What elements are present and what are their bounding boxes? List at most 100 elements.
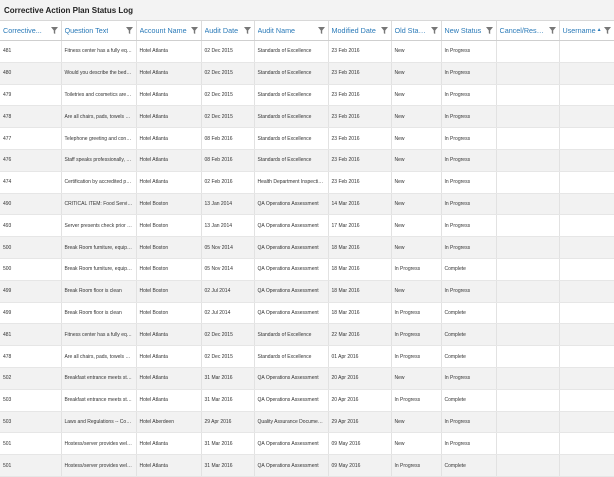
table-row[interactable]: 503 Breakfast entrance meets stan... Hotel… [0,389,614,412]
table-cell: In Progress [441,367,497,390]
table-cell: Standards of Excellence [254,345,329,368]
column-header-label[interactable]: Cancel/Restore [500,26,546,35]
table-cell: New [391,105,442,129]
table-cell: 31 Mar 2016 [201,367,255,390]
table-cell: 23 Feb 2016 [328,149,392,172]
column-header-label[interactable]: Username [563,26,596,35]
column-header[interactable]: Old Status [391,21,442,41]
table-cell: New [391,127,442,150]
column-header[interactable]: Cancel/Restore [496,21,560,41]
column-header[interactable]: Account Name [136,21,202,41]
table-cell: 23 Feb 2016 [328,171,392,194]
table-cell [496,236,560,259]
table-cell: 05 Nov 2014 [201,236,255,259]
filter-icon[interactable] [243,27,251,34]
table-cell: Hotel Atlanta [136,432,202,456]
filter-icon[interactable] [603,27,611,34]
table-cell: 02 Dec 2015 [201,84,255,107]
column-header-label[interactable]: Corrective... [3,26,42,35]
table-cell: In Progress [391,454,442,477]
table-cell: QA Operations Assessment [254,214,329,238]
table-row[interactable]: 481 Fitness center has a fully equipp... H… [0,40,614,63]
column-header-label[interactable]: Audit Date [205,26,239,35]
table-cell [559,84,614,107]
table-row[interactable]: 499 Break Room floor is clean Hotel Boston… [0,302,614,325]
table-cell: 501 [0,454,62,477]
filter-icon[interactable] [125,27,133,34]
table-cell: QA Operations Assessment [254,193,329,216]
table-row[interactable]: 501 Hostess/server provides welco... Hotel… [0,432,614,456]
table-row[interactable]: 493 Server presents check prior to... Hote… [0,214,614,238]
filter-icon[interactable] [50,27,58,34]
column-header[interactable]: New Status [441,21,497,41]
column-header-label[interactable]: Modified Date [332,26,376,35]
table-cell: Standards of Excellence [254,149,329,172]
table-row[interactable]: 503 Laws and Regulations -- Compli... Hote… [0,411,614,434]
table-row[interactable]: 478 Are all chairs, pads, towels and... Ho… [0,105,614,129]
table-cell: Breakfast entrance meets stan... [61,367,137,390]
table-row[interactable]: 481 Fitness center has a fully equipp... H… [0,323,614,347]
table-row[interactable]: 490 CRITICAL ITEM: Food Service P... Hotel… [0,193,614,216]
table-cell: 13 Jan 2014 [201,193,255,216]
table-cell: 503 [0,389,62,412]
table-cell: New [391,84,442,107]
table-row[interactable]: 480 Would you describe the bedroo... Hotel… [0,62,614,85]
column-header-label[interactable]: New Status [445,26,482,35]
table-row[interactable]: 479 Toiletries and cosmetics are re... Hot… [0,84,614,107]
table-cell: 08 Feb 2016 [201,127,255,150]
column-header[interactable]: Audit Date [201,21,255,41]
table-cell [559,171,614,194]
table-cell: 474 [0,171,62,194]
column-header-label[interactable]: Audit Name [258,26,296,35]
table-cell: Break Room floor is clean [61,280,137,303]
table-cell: Hotel Boston [136,280,202,303]
table-cell: QA Operations Assessment [254,432,329,456]
table-row[interactable]: 502 Breakfast entrance meets stan... Hotel… [0,367,614,390]
filter-icon[interactable] [548,27,556,34]
table-cell: 31 Mar 2016 [201,432,255,456]
table-cell [559,432,614,456]
table-cell: 23 Feb 2016 [328,62,392,85]
table-cell [496,127,560,150]
table-row[interactable]: 499 Break Room floor is clean Hotel Boston… [0,280,614,303]
column-header-label[interactable]: Account Name [140,26,187,35]
column-header[interactable]: Question Text [61,21,137,41]
table-cell [496,40,560,63]
table-cell: In Progress [391,389,442,412]
filter-icon[interactable] [485,27,493,34]
status-log-table: Corrective... Question Text Account Name Au… [0,21,614,477]
filter-icon[interactable] [317,27,325,34]
table-cell: 481 [0,40,62,63]
filter-icon[interactable] [380,27,388,34]
table-cell [496,367,560,390]
table-cell [559,323,614,347]
column-header[interactable]: Audit Name [254,21,329,41]
column-header[interactable]: Corrective... [0,21,62,41]
column-header-label[interactable]: Question Text [65,26,109,35]
column-header-label[interactable]: Old Status [395,26,428,35]
table-cell: Break Room furniture, equipme... [61,258,137,281]
table-cell: Standards of Excellence [254,40,329,63]
table-row[interactable]: 474 Certification by accredited prog... Ho… [0,171,614,194]
table-cell [496,84,560,107]
table-cell [496,280,560,303]
table-row[interactable]: 500 Break Room furniture, equipme... Hotel… [0,258,614,281]
table-cell [559,454,614,477]
table-row[interactable]: 477 Telephone greeting and conver... Hotel… [0,127,614,150]
table-row[interactable]: 476 Staff speaks professionally, an... Hot… [0,149,614,172]
column-header[interactable]: Modified Date [328,21,392,41]
table-row[interactable]: 501 Hostess/server provides welco... Hotel… [0,454,614,477]
table-cell: Hotel Boston [136,302,202,325]
sort-ascending-icon[interactable]: ▲ [597,27,602,33]
column-header[interactable]: Username▲ [559,21,614,41]
table-cell: In Progress [441,149,497,172]
table-row[interactable]: 478 Are all chairs, pads, towels and... Ho… [0,345,614,368]
filter-icon[interactable] [190,27,198,34]
table-cell [559,280,614,303]
filter-icon[interactable] [430,27,438,34]
table-row[interactable]: 500 Break Room furniture, equipme... Hotel… [0,236,614,259]
table-cell: In Progress [391,323,442,347]
table-cell: 18 Mar 2016 [328,258,392,281]
table-cell: Standards of Excellence [254,127,329,150]
table-cell [559,149,614,172]
